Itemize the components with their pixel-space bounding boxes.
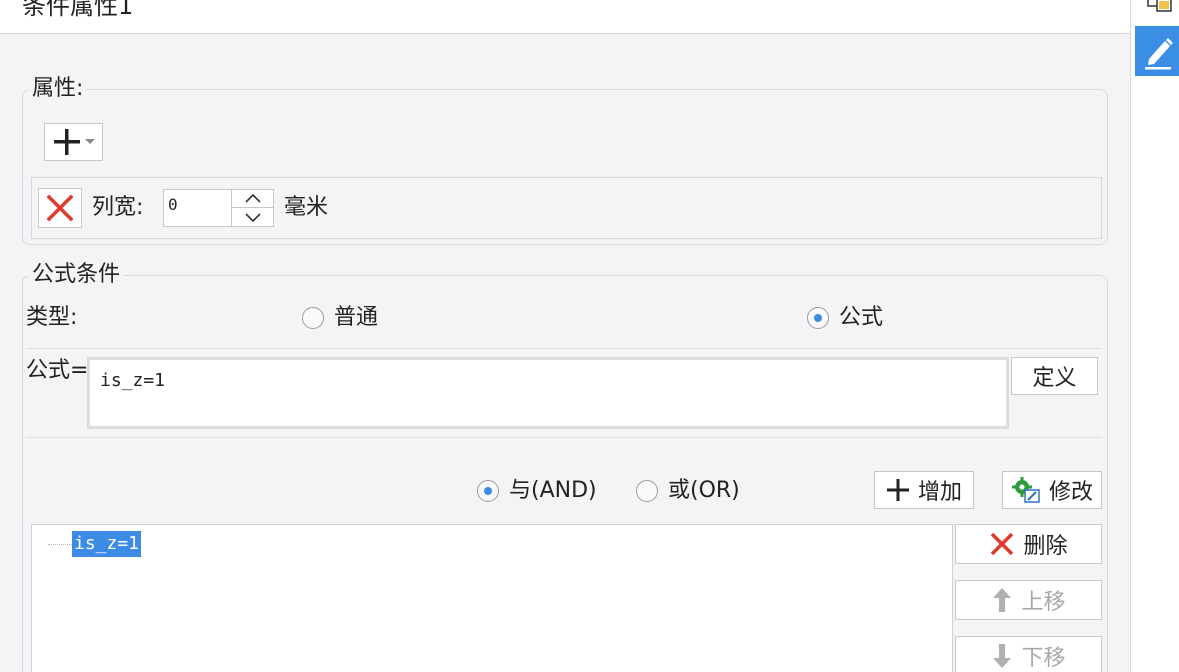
type-normal-label[interactable]: 普通 [334,304,378,332]
chevron-down-icon [244,212,261,222]
add-condition-button[interactable]: 增加 [874,471,974,509]
plus-icon [886,479,909,501]
add-condition-label: 增加 [917,480,962,505]
plus-icon [53,129,80,155]
right-toolbar [1130,0,1179,672]
spinner-arrows [231,190,273,226]
arrow-down-icon [993,644,1012,668]
close-icon [991,532,1014,556]
condition-properties-panel: 条件属性1 属性: 列宽: 0 毫米 公式条件 类型: 普通 公式 公式= is… [0,0,1130,672]
formula-condition-legend: 公式条件 [28,261,125,289]
separator [26,437,1102,438]
column-width-spinner[interactable]: 0 [163,189,274,227]
delete-condition-label: 删除 [1023,534,1068,559]
remove-attribute-button[interactable] [38,188,82,228]
logic-or-radio[interactable] [636,480,658,502]
add-attribute-dropdown[interactable] [44,123,103,161]
column-width-unit: 毫米 [284,195,329,220]
condition-list[interactable]: is_z=1 [31,524,953,672]
logic-and-radio[interactable] [477,480,499,502]
type-normal-radio[interactable] [302,307,324,329]
title-bar: 条件属性1 [0,0,1130,34]
define-button[interactable]: 定义 [1011,357,1098,395]
spinner-down-button[interactable] [232,208,273,226]
attributes-legend: 属性: [28,75,88,103]
column-width-label: 列宽: [92,195,144,220]
formula-input[interactable]: is_z=1 [87,357,1009,429]
condition-list-item[interactable]: is_z=1 [72,531,142,557]
chevron-up-icon [244,194,261,203]
logic-and-label[interactable]: 与(AND) [509,477,597,505]
move-up-label: 上移 [1021,590,1066,615]
gear-edit-icon [1011,477,1040,503]
edit-icon[interactable] [1135,26,1179,76]
modify-condition-button[interactable]: 修改 [1002,471,1102,509]
define-button-label: 定义 [1032,366,1077,391]
formula-label: 公式= [26,358,89,383]
move-up-button[interactable]: 上移 [955,580,1102,620]
type-formula-label[interactable]: 公式 [839,304,883,332]
type-label: 类型: [26,305,78,330]
column-width-value[interactable]: 0 [168,195,178,214]
window-title: 条件属性1 [22,0,134,20]
arrow-up-icon [993,588,1012,612]
type-formula-radio[interactable] [807,307,829,329]
delete-condition-button[interactable]: 删除 [955,524,1102,564]
move-down-button[interactable]: 下移 [955,636,1102,672]
spinner-up-button[interactable] [232,190,273,208]
separator [26,348,1102,349]
modify-condition-label: 修改 [1048,480,1093,505]
chevron-down-icon [84,139,95,144]
logic-or-label[interactable]: 或(OR) [668,477,740,505]
formula-input-value[interactable]: is_z=1 [100,370,165,391]
move-down-label: 下移 [1021,646,1066,671]
close-icon [46,194,74,222]
window-icon[interactable] [1147,0,1177,14]
